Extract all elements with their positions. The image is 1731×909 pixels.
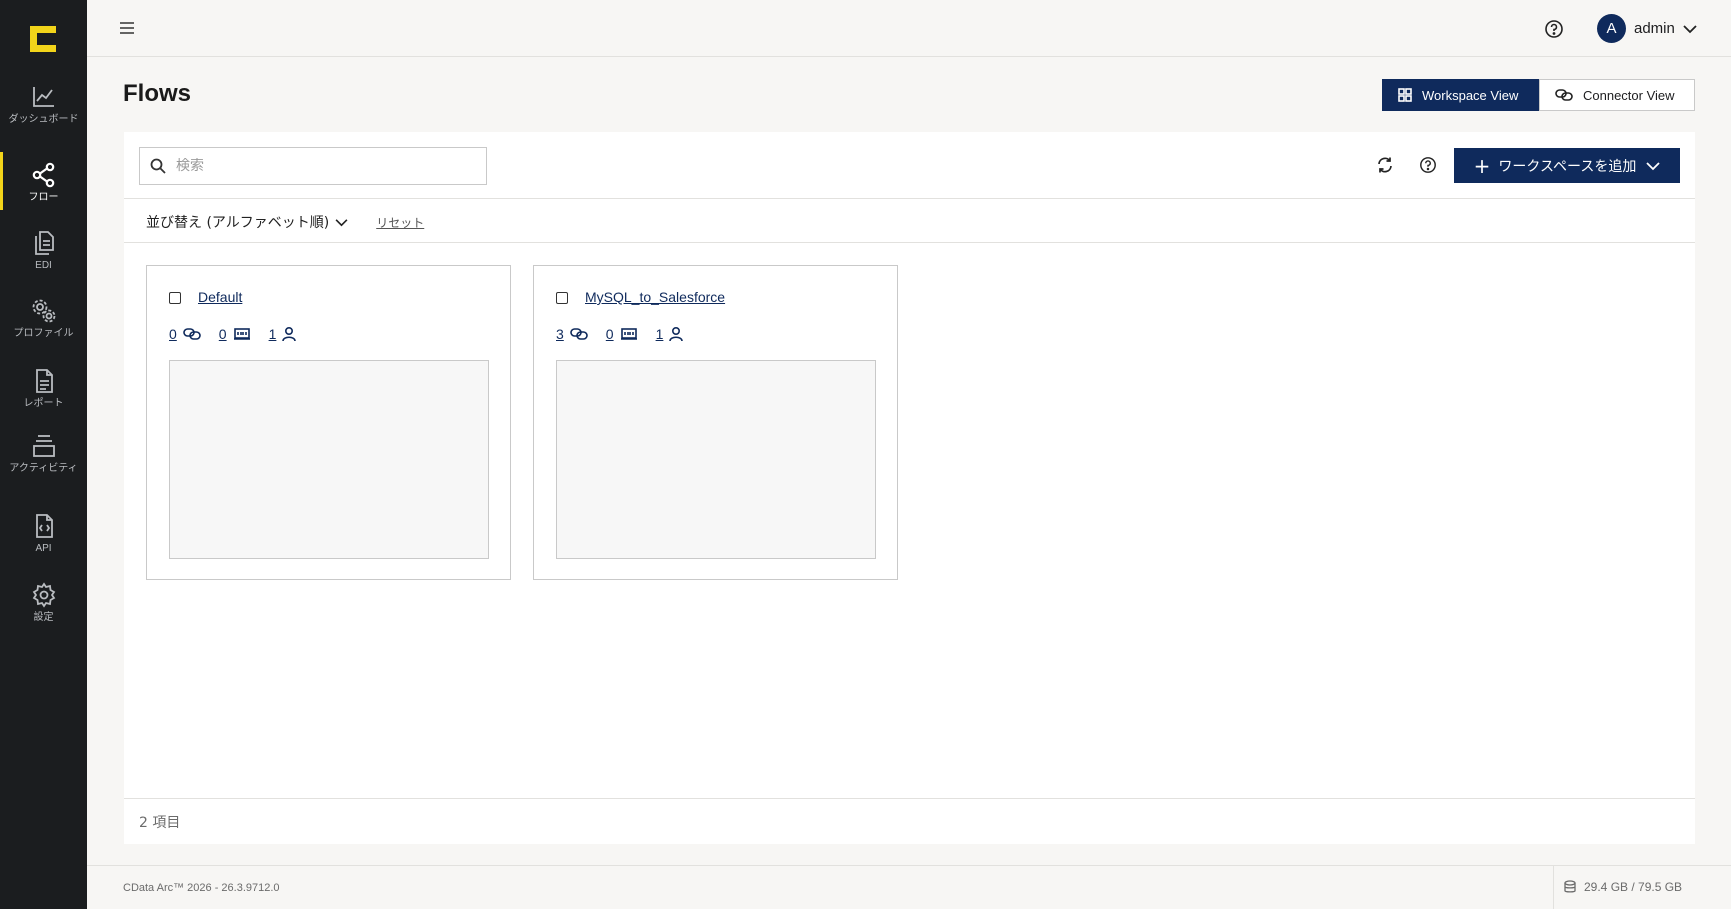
chart-line-icon [32, 87, 54, 107]
link-icon [569, 328, 588, 340]
user-menu[interactable]: A admin [1597, 14, 1697, 43]
reset-link[interactable]: リセット [376, 214, 424, 231]
workspace-view-label: Workspace View [1422, 87, 1519, 103]
page-title: Flows [123, 80, 192, 107]
workspace-card: Default 0 0 1 [146, 265, 511, 580]
workspace-name-link[interactable]: MySQL_to_Salesforce [585, 289, 725, 305]
sidebar-item-label: プロファイル [13, 328, 74, 339]
hamburger-menu-icon[interactable] [119, 20, 135, 36]
avatar: A [1597, 14, 1626, 43]
user-count-stat: 1 [656, 326, 684, 342]
grid-icon [1398, 88, 1412, 102]
link-icon [182, 328, 201, 340]
workspace-stats: 0 0 1 [169, 326, 314, 342]
sidebar-item-label: EDI [35, 260, 52, 271]
workspace-name-link[interactable]: Default [198, 289, 242, 305]
sidebar-item-flow[interactable]: フロー [0, 152, 87, 210]
port-count[interactable]: 0 [219, 326, 227, 342]
port-count-stat: 0 [606, 326, 638, 342]
username: admin [1634, 20, 1675, 37]
chevron-down-icon [1683, 24, 1697, 33]
workspace-stats: 3 0 1 [556, 326, 701, 342]
workspace-checkbox[interactable] [169, 292, 181, 304]
plus-icon: + [1473, 153, 1491, 178]
sidebar-item-label: フロー [28, 192, 59, 203]
gear-icon [32, 582, 55, 608]
chevron-down-icon [335, 218, 348, 226]
sidebar-item-edi[interactable]: EDI [0, 230, 87, 271]
workspace-card: MySQL_to_Salesforce 3 0 1 [533, 265, 898, 580]
sidebar-item-label: 設定 [33, 612, 54, 623]
sidebar-item-dashboard[interactable]: ダッシュボード [0, 84, 87, 125]
gears-icon [32, 299, 55, 323]
sidebar-item-api[interactable]: API [0, 513, 87, 554]
sidebar-item-settings[interactable]: 設定 [0, 582, 87, 623]
workspace-preview[interactable] [169, 360, 489, 559]
footer: CData Arc™ 2026 - 26.3.9712.0 29.4 GB / … [87, 865, 1731, 909]
connector-view-label: Connector View [1583, 87, 1675, 103]
port-count-stat: 0 [219, 326, 251, 342]
sidebar-item-label: アクティビティ [9, 463, 78, 474]
sidebar: ダッシュボード フロー EDI プロファイル レポート アクティビティ API … [0, 0, 87, 909]
workspaces-panel: + ワークスペースを追加 並び替え (アルファベット順) リセット Defaul… [124, 132, 1695, 844]
user-count[interactable]: 1 [269, 326, 277, 342]
share-nodes-icon [32, 162, 54, 188]
item-count: 2 項目 [139, 815, 181, 831]
divider [124, 198, 1695, 199]
search-icon [150, 158, 166, 174]
database-icon [1564, 880, 1576, 893]
user-icon [669, 326, 684, 342]
sort-dropdown[interactable]: 並び替え (アルファベット順) [146, 212, 348, 232]
sidebar-item-report[interactable]: レポート [0, 368, 87, 409]
connector-count-stat: 0 [169, 326, 201, 342]
user-icon [282, 326, 297, 342]
sidebar-item-label: API [35, 543, 52, 554]
storage-text: 29.4 GB / 79.5 GB [1584, 880, 1683, 894]
help-icon[interactable] [1544, 19, 1564, 39]
storage-indicator: 29.4 GB / 79.5 GB [1564, 880, 1682, 894]
layers-icon [32, 435, 55, 457]
divider [124, 798, 1695, 799]
connector-count-stat: 3 [556, 326, 588, 342]
user-count-stat: 1 [269, 326, 297, 342]
sort-label: 並び替え (アルファベット順) [146, 215, 330, 231]
add-workspace-label: ワークスペースを追加 [1498, 158, 1637, 175]
sidebar-item-profile[interactable]: プロファイル [0, 298, 87, 339]
api-file-icon [35, 514, 53, 538]
refresh-icon[interactable] [1376, 156, 1394, 174]
cdata-logo[interactable] [28, 24, 58, 54]
sidebar-item-label: ダッシュボード [8, 114, 79, 125]
report-icon [35, 369, 53, 393]
chevron-down-icon [1646, 161, 1660, 170]
workspace-view-button[interactable]: Workspace View [1382, 79, 1539, 111]
top-bar: A admin [87, 0, 1731, 57]
documents-icon [34, 231, 54, 255]
workspace-preview[interactable] [556, 360, 876, 559]
connector-view-button[interactable]: Connector View [1539, 79, 1695, 111]
sort-bar: 並び替え (アルファベット順) リセット [146, 212, 424, 232]
sidebar-item-label: レポート [23, 398, 64, 409]
user-count[interactable]: 1 [656, 326, 664, 342]
port-icon [233, 328, 250, 340]
port-icon [620, 328, 637, 340]
search-box [139, 147, 487, 185]
help-icon[interactable] [1419, 156, 1437, 174]
connector-count[interactable]: 3 [556, 326, 564, 342]
add-workspace-button[interactable]: + ワークスペースを追加 [1454, 148, 1680, 183]
sidebar-item-activity[interactable]: アクティビティ [0, 433, 87, 474]
version-text: CData Arc™ 2026 - 26.3.9712.0 [123, 882, 280, 894]
link-icon [1555, 89, 1573, 101]
divider [124, 242, 1695, 243]
search-input[interactable] [176, 158, 466, 174]
port-count[interactable]: 0 [606, 326, 614, 342]
workspace-checkbox[interactable] [556, 292, 568, 304]
view-toggle: Workspace View Connector View [1382, 79, 1695, 111]
divider [1553, 866, 1554, 909]
connector-count[interactable]: 0 [169, 326, 177, 342]
